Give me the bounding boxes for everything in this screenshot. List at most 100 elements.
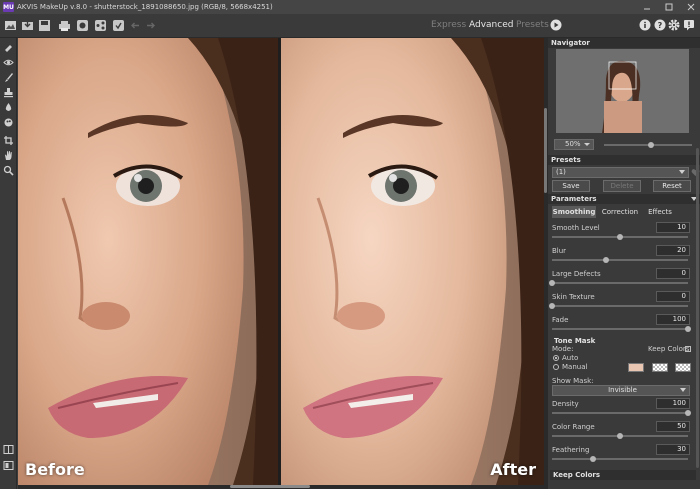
save-icon[interactable]	[37, 18, 51, 33]
fade-label: Fade	[552, 316, 569, 324]
show-mask-label: Show Mask:	[552, 377, 594, 385]
skin-texture-value[interactable]: 0	[656, 291, 690, 302]
zoom-dropdown[interactable]: 50%	[554, 139, 594, 150]
show-mask-dropdown[interactable]: Invisible	[552, 385, 690, 396]
open-image-icon[interactable]	[3, 18, 17, 33]
before-image: Before	[18, 38, 278, 485]
reset-preset-button[interactable]: Reset	[653, 180, 691, 192]
mode-auto-radio[interactable]	[553, 355, 559, 361]
tone-color-swatch[interactable]	[628, 363, 644, 372]
skin-texture-slider-knob[interactable]	[549, 303, 555, 309]
print-icon[interactable]	[57, 18, 71, 33]
density-value[interactable]: 100	[656, 398, 690, 409]
panel-scrollbar[interactable]	[696, 148, 699, 468]
save-preset-button[interactable]: Save	[552, 180, 590, 192]
eye-icon[interactable]	[2, 56, 15, 69]
color-brush-icon[interactable]	[2, 116, 15, 129]
keep-colors-label: Keep Colors	[648, 345, 690, 353]
close-icon[interactable]	[686, 2, 696, 12]
save-image-icon[interactable]	[20, 18, 34, 33]
blur-slider-knob[interactable]	[603, 257, 610, 263]
split-view-icon[interactable]	[2, 443, 15, 456]
brush-icon[interactable]	[2, 71, 15, 84]
mode-auto-label: Auto	[562, 354, 579, 362]
navigator-preview[interactable]	[556, 49, 689, 133]
blur-label: Blur	[552, 247, 567, 255]
info-icon[interactable]	[639, 19, 651, 31]
zoom-icon[interactable]	[2, 164, 15, 177]
smooth-level-value[interactable]: 10	[656, 222, 690, 233]
parameters-header: Parameters	[548, 194, 700, 204]
parameters-tabs: Smoothing Correction Effects	[552, 206, 692, 218]
mode-manual-radio[interactable]	[553, 364, 559, 370]
large-defects-value[interactable]: 0	[656, 268, 690, 279]
keep-colors-header: Keep Colors	[550, 470, 696, 480]
fade-value[interactable]: 100	[656, 314, 690, 325]
show-mask-value: Invisible	[608, 386, 637, 394]
zoom-slider-knob[interactable]	[648, 142, 654, 148]
compare-view-icon[interactable]	[2, 459, 15, 472]
fade-slider-knob[interactable]	[685, 326, 691, 332]
presets-dropdown[interactable]: (1)	[552, 167, 689, 178]
mode-manual-label: Manual	[562, 363, 588, 371]
tab-effects[interactable]: Effects	[644, 206, 676, 218]
notification-icon[interactable]	[683, 19, 695, 31]
after-image: After	[281, 38, 544, 485]
color-range-slider-knob[interactable]	[617, 433, 623, 439]
fade-slider[interactable]	[552, 328, 688, 330]
mode-label: Mode:	[552, 345, 574, 353]
skin-texture-slider[interactable]	[552, 305, 688, 307]
color-range-value[interactable]: 50	[656, 421, 690, 432]
skin-texture-label: Skin Texture	[552, 293, 595, 301]
zoom-row: 50%	[554, 139, 698, 151]
horizontal-scrollbar[interactable]	[18, 485, 544, 489]
presets-header: Presets	[548, 155, 700, 165]
redo-icon[interactable]	[143, 18, 157, 33]
settings-icon[interactable]	[668, 19, 680, 31]
minimize-icon[interactable]	[642, 2, 652, 12]
blur-value[interactable]: 20	[656, 245, 690, 256]
large-defects-slider-knob[interactable]	[549, 280, 555, 286]
share-icon[interactable]	[93, 18, 107, 33]
tools-panel	[0, 38, 17, 489]
tab-advanced[interactable]: Advanced	[469, 20, 513, 30]
crop-icon[interactable]	[2, 134, 15, 147]
tab-presets[interactable]: Presets	[516, 20, 549, 30]
eraser-icon[interactable]	[2, 41, 15, 54]
delete-preset-button[interactable]: Delete	[603, 180, 641, 192]
app-logo: MU	[3, 2, 14, 12]
hand-icon[interactable]	[2, 149, 15, 162]
before-caption: Before	[25, 460, 85, 479]
maximize-icon[interactable]	[664, 2, 674, 12]
blur-slider[interactable]	[552, 259, 688, 261]
transparent-swatch-2[interactable]	[675, 363, 691, 372]
run-icon[interactable]	[550, 19, 562, 31]
undo-icon[interactable]	[128, 18, 142, 33]
tab-correction[interactable]: Correction	[600, 206, 640, 218]
presets-selected: (1)	[556, 168, 566, 176]
image-canvas[interactable]: Before After	[18, 38, 544, 485]
tab-smoothing[interactable]: Smoothing	[552, 206, 596, 218]
smooth-level-slider-knob[interactable]	[617, 234, 623, 240]
navigator-header: Navigator	[548, 38, 700, 48]
zoom-value: 50%	[565, 140, 581, 148]
feathering-value[interactable]: 30	[656, 444, 690, 455]
density-slider[interactable]	[552, 412, 688, 414]
density-label: Density	[552, 400, 579, 408]
main-toolbar: Express Advanced Presets ?	[0, 14, 700, 38]
after-caption: After	[490, 460, 536, 479]
feathering-slider-knob[interactable]	[589, 456, 596, 462]
keep-colors-checkbox[interactable]	[685, 346, 691, 352]
drop-icon[interactable]	[2, 101, 15, 114]
plugin-settings-icon[interactable]	[111, 18, 125, 33]
tab-express[interactable]: Express	[431, 20, 466, 30]
transparent-swatch-1[interactable]	[652, 363, 668, 372]
density-slider-knob[interactable]	[685, 410, 691, 416]
title-bar: MU AKVIS MakeUp v.8.0 - shutterstock_189…	[0, 0, 700, 14]
batch-icon[interactable]	[75, 18, 89, 33]
stamp-icon[interactable]	[2, 86, 15, 99]
feathering-slider[interactable]	[552, 458, 688, 460]
large-defects-slider[interactable]	[552, 282, 688, 284]
help-icon[interactable]: ?	[654, 19, 666, 31]
color-range-label: Color Range	[552, 423, 595, 431]
